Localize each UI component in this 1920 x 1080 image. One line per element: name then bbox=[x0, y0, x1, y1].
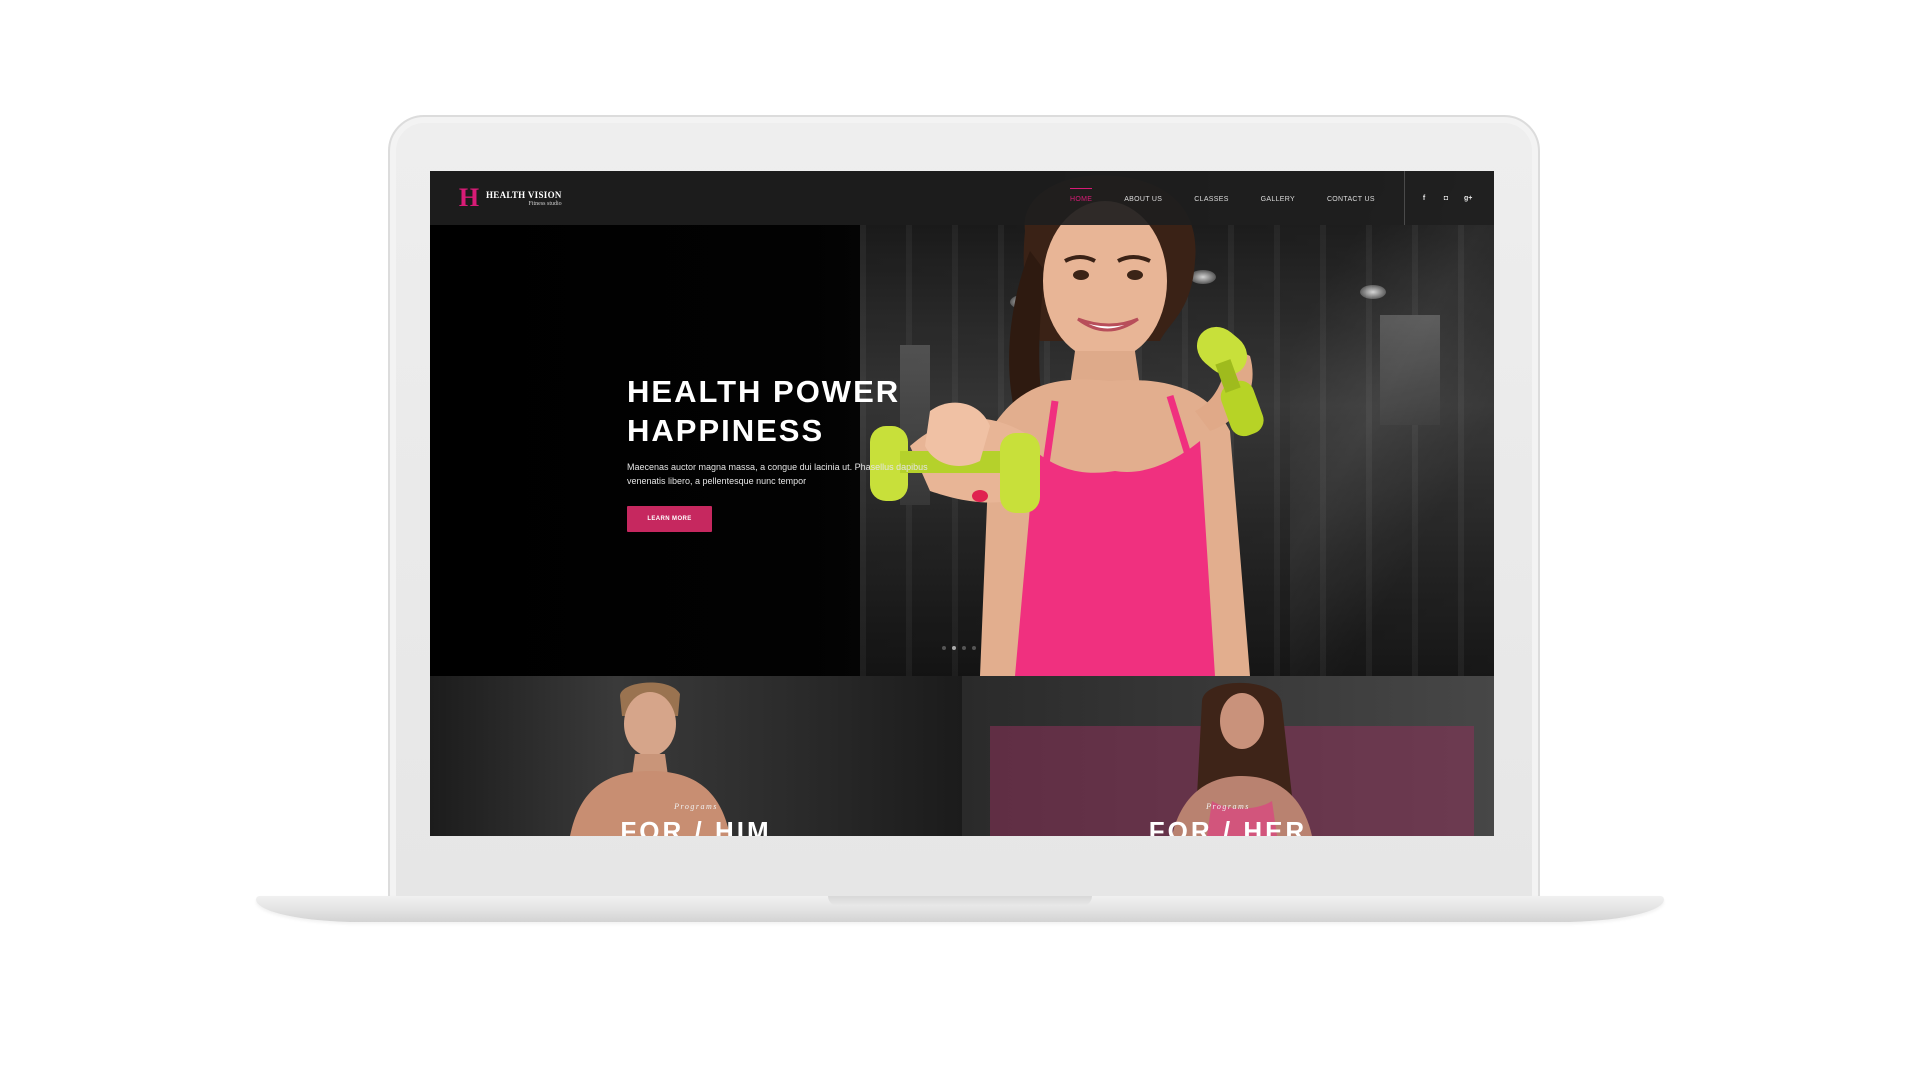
program-card-him[interactable]: Programs FOR / HIM bbox=[430, 676, 962, 836]
hero-description: Maecenas auctor magna massa, a congue du… bbox=[627, 462, 928, 486]
program-him-image bbox=[570, 682, 730, 836]
slider-dot[interactable] bbox=[942, 646, 946, 650]
program-her-title: FOR / HER bbox=[1148, 816, 1308, 836]
social-links: f ◘ g+ bbox=[1420, 171, 1486, 225]
program-her-label: Programs bbox=[1206, 802, 1250, 811]
site-header: H HEALTH VISION Fitness studio HOME ABOU… bbox=[430, 171, 1494, 225]
programs-section: Programs FOR / HIM Programs FOR / HER bbox=[430, 676, 1494, 836]
ceiling-light bbox=[1360, 285, 1386, 299]
gym-window bbox=[1380, 315, 1440, 425]
nav-item-contact-us[interactable]: CONTACT US bbox=[1327, 194, 1375, 203]
mockup-stage: H HEALTH VISION Fitness studio HOME ABOU… bbox=[0, 0, 1920, 1080]
instagram-icon[interactable]: ◘ bbox=[1442, 195, 1450, 202]
slider-dots bbox=[942, 646, 982, 650]
site-logo[interactable]: H HEALTH VISION Fitness studio bbox=[456, 185, 562, 211]
hero-title-line-2: HAPPINESS bbox=[627, 413, 825, 448]
program-him-label: Programs bbox=[674, 802, 718, 811]
hero-section: H HEALTH VISION Fitness studio HOME ABOU… bbox=[430, 171, 1494, 676]
nav-item-home[interactable]: HOME bbox=[1070, 187, 1093, 203]
logo-mark: H bbox=[458, 183, 480, 212]
laptop-notch bbox=[828, 896, 1092, 906]
nav-item-gallery[interactable]: GALLERY bbox=[1261, 194, 1295, 203]
program-her-image bbox=[1172, 682, 1312, 836]
nav-item-classes[interactable]: CLASSES bbox=[1194, 194, 1228, 203]
slider-dot[interactable] bbox=[972, 646, 976, 650]
logo-name: HEALTH VISION bbox=[486, 189, 562, 200]
main-nav: HOME ABOUT US CLASSES GALLERY CONTACT US bbox=[1070, 171, 1407, 225]
slider-dot[interactable] bbox=[962, 646, 966, 650]
logo-text: HEALTH VISION Fitness studio bbox=[486, 190, 562, 207]
hero-title: HEALTH POWER HAPPINESS bbox=[627, 372, 900, 450]
logo-tagline: Fitness studio bbox=[528, 200, 562, 207]
hero-model-image bbox=[870, 175, 1264, 676]
learn-more-button[interactable]: LEARN MORE bbox=[627, 506, 712, 532]
laptop-screen: H HEALTH VISION Fitness studio HOME ABOU… bbox=[430, 171, 1494, 836]
facebook-icon[interactable]: f bbox=[1420, 195, 1428, 202]
slider-dot-active[interactable] bbox=[952, 646, 956, 650]
program-card-her[interactable]: Programs FOR / HER bbox=[962, 676, 1494, 836]
hero-title-line-1: HEALTH POWER bbox=[627, 374, 901, 409]
nav-item-about-us[interactable]: ABOUT US bbox=[1124, 194, 1162, 203]
nav-divider bbox=[1404, 171, 1405, 225]
google-plus-icon[interactable]: g+ bbox=[1464, 195, 1472, 202]
program-him-title: FOR / HIM bbox=[620, 816, 772, 836]
